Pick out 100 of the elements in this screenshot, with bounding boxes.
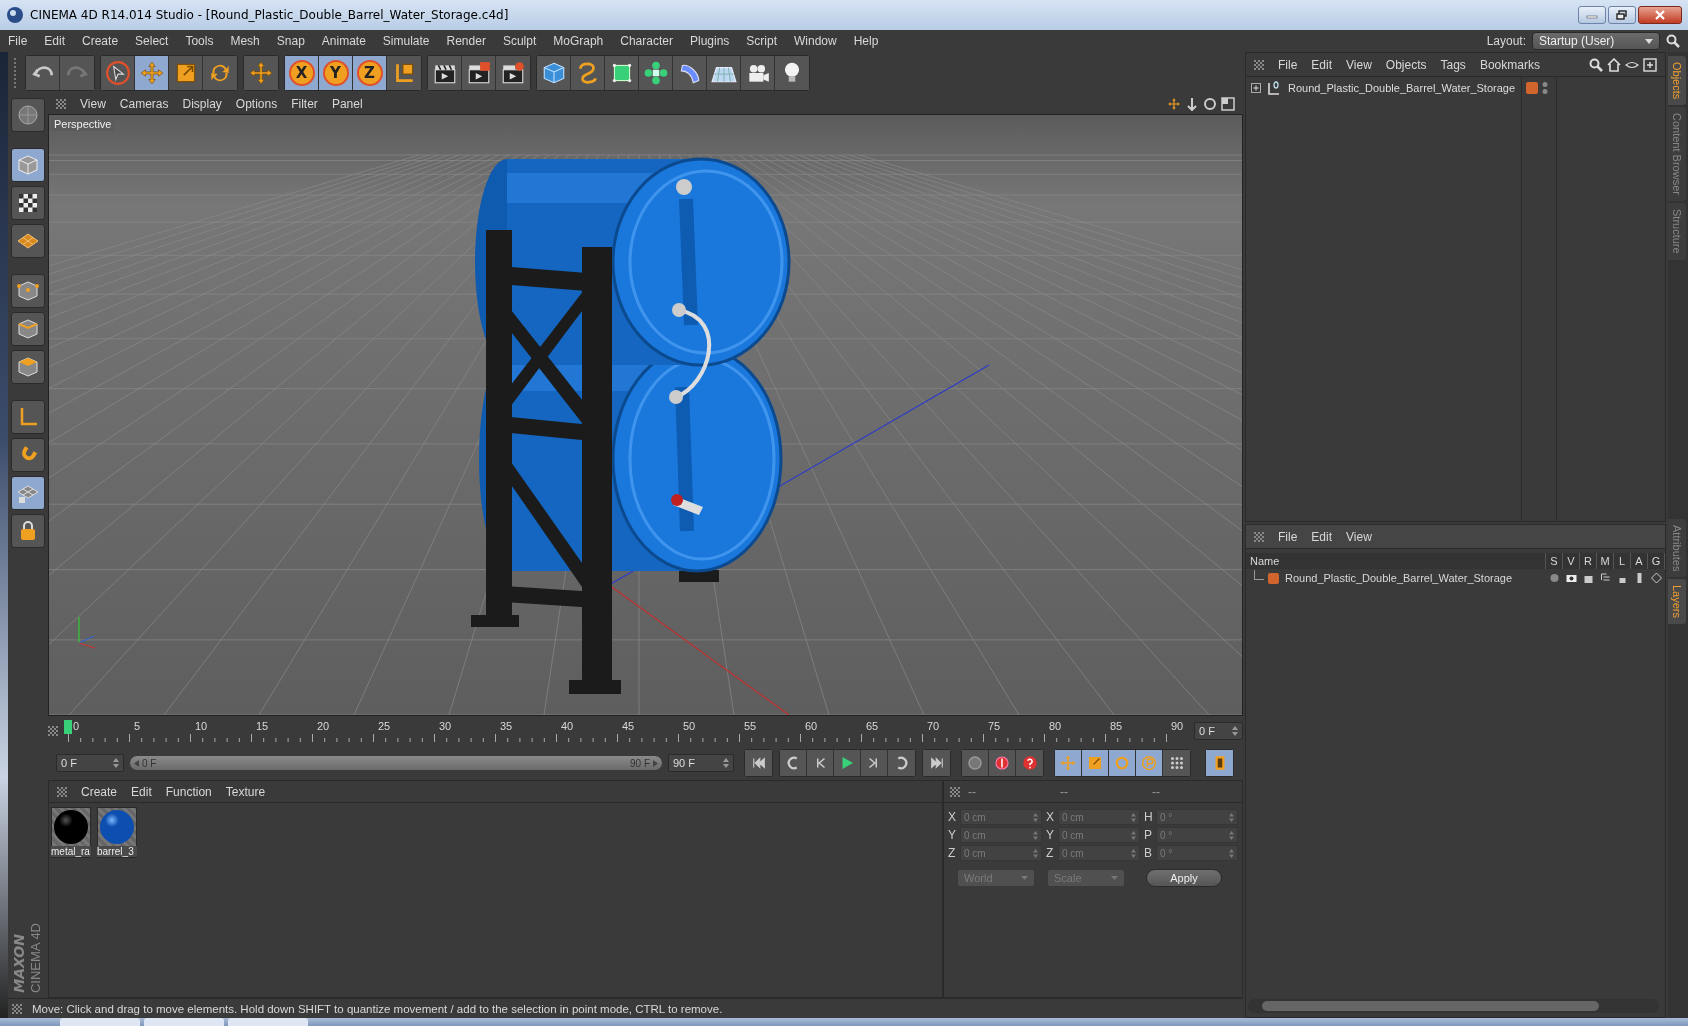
next-key-button[interactable] bbox=[888, 750, 915, 776]
orbit-icon[interactable] bbox=[1203, 97, 1217, 111]
material-swatch[interactable]: metal_ra bbox=[51, 807, 91, 858]
view-mode-button[interactable] bbox=[11, 98, 45, 132]
layout-dropdown[interactable]: Startup (User) bbox=[1532, 32, 1660, 50]
edges-mode-button[interactable] bbox=[11, 312, 45, 346]
parameter-button[interactable] bbox=[1136, 750, 1163, 776]
menu-item[interactable]: File bbox=[1278, 57, 1298, 72]
menu-item[interactable]: Texture bbox=[225, 784, 266, 799]
menu-item[interactable]: File bbox=[8, 34, 28, 48]
menu-item[interactable]: View bbox=[80, 97, 106, 111]
menu-item[interactable]: Create bbox=[82, 34, 119, 48]
undo-button[interactable] bbox=[26, 56, 60, 90]
menu-item[interactable]: Tools bbox=[185, 34, 214, 48]
scale-button[interactable] bbox=[1082, 750, 1109, 776]
maximize-icon[interactable] bbox=[1221, 97, 1235, 111]
floor-button[interactable] bbox=[707, 56, 741, 90]
menu-item[interactable]: Create bbox=[81, 784, 118, 799]
search-icon[interactable] bbox=[1666, 34, 1680, 48]
auto-key-button[interactable] bbox=[962, 750, 989, 776]
menu-item[interactable]: Animate bbox=[321, 34, 366, 48]
home-icon[interactable] bbox=[1607, 57, 1621, 72]
menu-item[interactable]: Plugins bbox=[689, 34, 730, 48]
menu-item[interactable]: Display bbox=[182, 97, 222, 111]
coordinate-system-button[interactable] bbox=[387, 56, 421, 90]
polygons-mode-button[interactable] bbox=[11, 350, 45, 384]
axis-mode-button[interactable] bbox=[11, 400, 45, 434]
side-tab[interactable]: Layers bbox=[1668, 579, 1686, 625]
magnet-mode-button[interactable] bbox=[11, 438, 45, 472]
workplane-mode-button[interactable] bbox=[11, 224, 45, 258]
expand-icon[interactable] bbox=[1250, 82, 1262, 94]
first-frame-button[interactable] bbox=[745, 750, 772, 776]
menu-item[interactable]: Edit bbox=[44, 34, 66, 48]
new-window-icon[interactable] bbox=[1643, 57, 1657, 72]
menu-item[interactable]: Edit bbox=[1311, 57, 1333, 72]
menu-item[interactable]: File bbox=[1278, 529, 1298, 544]
add-button[interactable] bbox=[244, 56, 278, 90]
3d-viewport[interactable]: Perspective bbox=[48, 114, 1243, 716]
snap-mode-button[interactable] bbox=[11, 476, 45, 510]
menu-item[interactable]: Window bbox=[794, 34, 837, 48]
restore-button[interactable] bbox=[1608, 6, 1636, 24]
lock-mode-button[interactable] bbox=[11, 514, 45, 548]
model-mode-button[interactable] bbox=[11, 148, 45, 182]
menu-item[interactable]: Objects bbox=[1385, 57, 1427, 72]
last-frame-button[interactable] bbox=[923, 750, 950, 776]
close-button[interactable] bbox=[1638, 6, 1682, 24]
camera-button[interactable] bbox=[741, 56, 775, 90]
rotate-button[interactable] bbox=[1109, 750, 1136, 776]
menu-item[interactable]: Cameras bbox=[119, 97, 169, 111]
move-tool-button[interactable] bbox=[135, 56, 169, 90]
spline-button[interactable] bbox=[571, 56, 605, 90]
previous-frame-button[interactable] bbox=[807, 750, 834, 776]
previous-key-button[interactable] bbox=[780, 750, 807, 776]
cloner-button[interactable] bbox=[639, 56, 673, 90]
nurbs-button[interactable] bbox=[605, 56, 639, 90]
menu-item[interactable]: Script bbox=[746, 34, 777, 48]
horizontal-scrollbar[interactable] bbox=[1248, 999, 1659, 1013]
menu-item[interactable]: Help bbox=[853, 34, 879, 48]
cube-button[interactable] bbox=[537, 56, 571, 90]
dot-grid-button[interactable] bbox=[1163, 750, 1190, 776]
material-swatch[interactable]: barrel_3 bbox=[97, 807, 137, 858]
object-name[interactable]: Round_Plastic_Double_Barrel_Water_Storage bbox=[1288, 81, 1516, 95]
render-settings-button[interactable] bbox=[496, 56, 530, 90]
side-tab[interactable]: Objects bbox=[1668, 56, 1686, 106]
dolly-arrow-icon[interactable] bbox=[1185, 97, 1199, 111]
menu-item[interactable]: Tags bbox=[1440, 57, 1466, 72]
menu-item[interactable]: Snap bbox=[276, 34, 305, 48]
play-button[interactable] bbox=[834, 750, 861, 776]
menu-item[interactable]: Edit bbox=[131, 784, 152, 799]
generator-toggle-icon[interactable] bbox=[1648, 572, 1665, 584]
menu-item[interactable]: MoGraph bbox=[553, 34, 604, 48]
texture-mode-button[interactable] bbox=[11, 186, 45, 220]
next-frame-button[interactable] bbox=[861, 750, 888, 776]
menu-item[interactable]: Select bbox=[135, 34, 169, 48]
menu-item[interactable]: Simulate bbox=[382, 34, 430, 48]
menu-item[interactable]: Render bbox=[446, 34, 486, 48]
help-button[interactable] bbox=[1016, 750, 1043, 776]
menu-item[interactable]: View bbox=[1346, 529, 1372, 544]
menu-item[interactable]: Filter bbox=[291, 97, 318, 111]
menu-item[interactable]: Edit bbox=[1311, 529, 1333, 544]
move-button[interactable] bbox=[1055, 750, 1082, 776]
record-button[interactable] bbox=[989, 750, 1016, 776]
menu-item[interactable]: Function bbox=[165, 784, 212, 799]
end-frame-field[interactable]: 90 F bbox=[668, 754, 734, 772]
deformer-button[interactable] bbox=[673, 56, 707, 90]
rotate-tool-button[interactable] bbox=[203, 56, 237, 90]
menu-item[interactable]: Bookmarks bbox=[1479, 57, 1540, 72]
render-button[interactable] bbox=[462, 56, 496, 90]
light-button[interactable] bbox=[775, 56, 809, 90]
menu-item[interactable]: Mesh bbox=[230, 34, 260, 48]
menu-item[interactable]: Options bbox=[235, 97, 278, 111]
menu-item[interactable]: View bbox=[1346, 57, 1372, 72]
visibility-dots-icon[interactable] bbox=[1542, 81, 1549, 95]
film-strip-button[interactable] bbox=[1206, 750, 1233, 776]
select-tool-button[interactable] bbox=[101, 56, 135, 90]
start-frame-field[interactable]: 0 F bbox=[56, 754, 124, 772]
search-icon[interactable] bbox=[1589, 57, 1603, 72]
current-frame-field[interactable]: 0 F bbox=[1194, 722, 1243, 740]
points-mode-button[interactable] bbox=[11, 274, 45, 308]
menu-item[interactable]: Character bbox=[620, 34, 673, 48]
